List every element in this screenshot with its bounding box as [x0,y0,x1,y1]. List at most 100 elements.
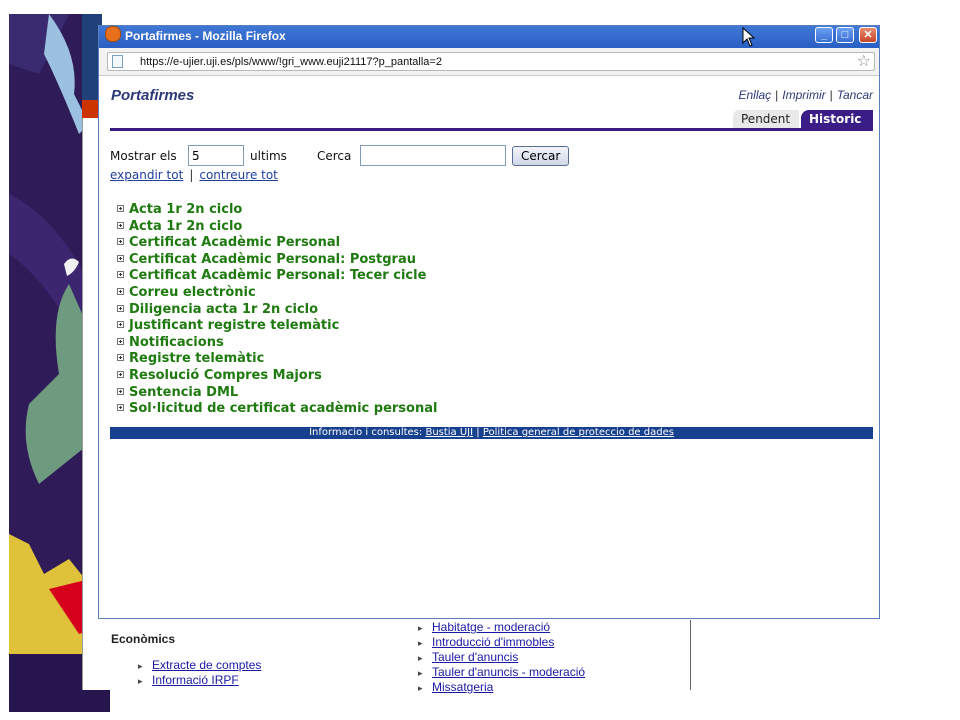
search-button[interactable]: Cercar [512,146,570,166]
column-divider [690,620,691,690]
link[interactable]: Informació IRPF [152,673,239,687]
top-links: Enllaç | Imprimir | Tancar [738,88,873,102]
list-item[interactable]: Certificat Acadèmic Personal: Postgrau [117,250,437,267]
link[interactable]: Extracte de comptes [152,658,261,672]
link[interactable]: Tauler d'anuncis [432,650,518,664]
list-item[interactable]: Sol·licitud de certificat acadèmic perso… [117,399,437,416]
last-label: ultims [250,149,287,163]
document-type[interactable]: Acta 1r 2n ciclo [129,219,242,234]
document-type[interactable]: Correu electrònic [129,285,256,300]
document-type[interactable]: Certificat Acadèmic Personal: Postgrau [129,252,416,267]
bullet-icon: ▸ [418,623,423,633]
list-item[interactable]: Registre telemàtic [117,349,437,366]
link[interactable]: Tauler d'anuncis - moderació [432,665,585,679]
list-item[interactable]: Sentencia DML [117,383,437,400]
bookmark-star-icon[interactable]: ☆ [857,52,871,70]
expand-icon[interactable] [117,387,124,395]
document-type[interactable]: Registre telemàtic [129,351,264,366]
address-text[interactable]: https://e-ujier.uji.es/pls/www/!gri_www.… [140,54,442,70]
address-field[interactable]: https://e-ujier.uji.es/pls/www/!gri_www.… [107,52,875,71]
list-item[interactable]: Certificat Acadèmic Personal [117,233,437,250]
list-item[interactable]: Correu electrònic [117,283,437,300]
mouse-cursor-icon [742,27,756,47]
expand-icon[interactable] [117,221,124,229]
document-type[interactable]: Certificat Acadèmic Personal [129,235,340,250]
bullet-icon: ▸ [418,668,423,678]
document-type[interactable]: Certificat Acadèmic Personal: Tecer cicl… [129,268,426,283]
url-bar: https://e-ujier.uji.es/pls/www/!gri_www.… [99,48,879,76]
count-input[interactable] [188,145,244,166]
expand-icon[interactable] [117,287,124,295]
list-item[interactable]: ▸ Tauler d'anuncis - moderació [418,665,585,680]
list-item[interactable]: Notificacions [117,333,437,350]
link-tancar[interactable]: Tancar [837,88,873,102]
background-right-links: ▸ Habitatge - moderació ▸ Introducció d'im… [418,620,585,695]
document-type[interactable]: Acta 1r 2n ciclo [129,202,242,217]
expand-icon[interactable] [117,205,124,212]
bullet-icon: ▸ [138,661,143,671]
show-label: Mostrar els [110,149,177,163]
maximize-button[interactable]: □ [836,27,854,43]
list-item[interactable]: ▸ Introducció d'immobles [418,635,585,650]
tab-pendent[interactable]: Pendent [733,110,799,128]
document-type[interactable]: Resolució Compres Majors [129,368,322,383]
document-type[interactable]: Diligencia acta 1r 2n ciclo [129,302,318,317]
list-item[interactable]: ▸ Tauler d'anuncis [418,650,585,665]
footer-link-bustia[interactable]: Bustia UJI [425,427,473,438]
footer-separator: | [476,427,480,438]
list-item[interactable]: ▸ Informació IRPF [138,673,261,688]
expand-icon[interactable] [117,238,124,246]
expand-icon[interactable] [117,404,124,412]
expand-controls: expandir tot | contreure tot [110,168,278,182]
popup-window: Portafirmes - Mozilla Firefox _ □ ✕ http… [98,25,880,619]
document-list: Acta 1r 2n ciclo Acta 1r 2n ciclo Certif… [117,200,437,416]
document-type[interactable]: Notificacions [129,335,224,350]
separator: | [189,168,194,182]
list-item[interactable]: Justificant registre telemàtic [117,316,437,333]
page-title: Portafirmes [111,87,195,104]
footer-bar: Informacio i consultes: Bustia UJI | Pol… [110,427,873,439]
document-type[interactable]: Sol·licitud de certificat acadèmic perso… [129,401,437,416]
collapse-all-link[interactable]: contreure tot [199,168,278,182]
expand-icon[interactable] [117,337,124,345]
expand-icon[interactable] [117,254,124,262]
footer-link-politica[interactable]: Politica general de proteccio de dades [483,427,674,438]
list-item[interactable]: Acta 1r 2n ciclo [117,217,437,234]
section-heading: Econòmics [111,632,176,646]
minimize-button[interactable]: _ [815,27,833,43]
search-input[interactable] [360,145,506,166]
link-enllac[interactable]: Enllaç [738,88,771,102]
search-label: Cerca [317,149,352,163]
document-type[interactable]: Sentencia DML [129,385,238,400]
page-icon [112,55,123,68]
expand-icon[interactable] [117,370,124,378]
separator: | [829,88,833,102]
expand-all-link[interactable]: expandir tot [110,168,183,182]
close-button[interactable]: ✕ [859,27,877,43]
link[interactable]: Missatgeria [432,680,493,694]
list-item[interactable]: ▸ Missatgeria [418,680,585,695]
background-page-content: Econòmics ▸ Extracte de comptes ▸ Informac… [100,620,880,694]
document-type[interactable]: Justificant registre telemàtic [129,318,339,333]
expand-icon[interactable] [117,354,124,362]
expand-icon[interactable] [117,304,124,312]
list-item[interactable]: Diligencia acta 1r 2n ciclo [117,300,437,317]
expand-icon[interactable] [117,271,124,279]
separator: | [775,88,779,102]
link[interactable]: Habitatge - moderació [432,620,550,634]
window-titlebar[interactable]: Portafirmes - Mozilla Firefox _ □ ✕ [99,26,879,48]
list-item[interactable]: Acta 1r 2n ciclo [117,200,437,217]
list-item[interactable]: ▸ Extracte de comptes [138,658,261,673]
window-title: Portafirmes - Mozilla Firefox [125,29,286,43]
list-item[interactable]: Resolució Compres Majors [117,366,437,383]
page-content: Portafirmes Enllaç | Imprimir | Tancar Pende… [99,76,879,618]
link-imprimir[interactable]: Imprimir [782,88,825,102]
tab-historic[interactable]: Historic [801,110,873,128]
expand-icon[interactable] [117,321,124,329]
link[interactable]: Introducció d'immobles [432,635,554,649]
background-left-links: ▸ Extracte de comptes ▸ Informació IRPF [138,658,261,688]
bullet-icon: ▸ [418,653,423,663]
footer-prefix: Informacio i consultes: [309,427,423,438]
list-item[interactable]: ▸ Habitatge - moderació [418,620,585,635]
list-item[interactable]: Certificat Acadèmic Personal: Tecer cicl… [117,266,437,283]
